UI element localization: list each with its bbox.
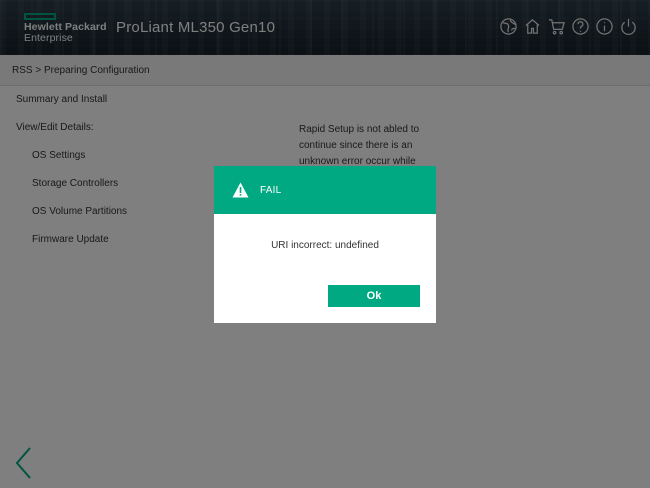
warning-icon [232, 182, 249, 198]
ok-button[interactable]: Ok [328, 285, 420, 307]
dialog-header: FAIL [214, 166, 436, 214]
dialog-message: URI incorrect: undefined [271, 240, 379, 251]
error-dialog: FAIL URI incorrect: undefined Ok [214, 166, 436, 323]
dialog-title: FAIL [260, 184, 282, 196]
